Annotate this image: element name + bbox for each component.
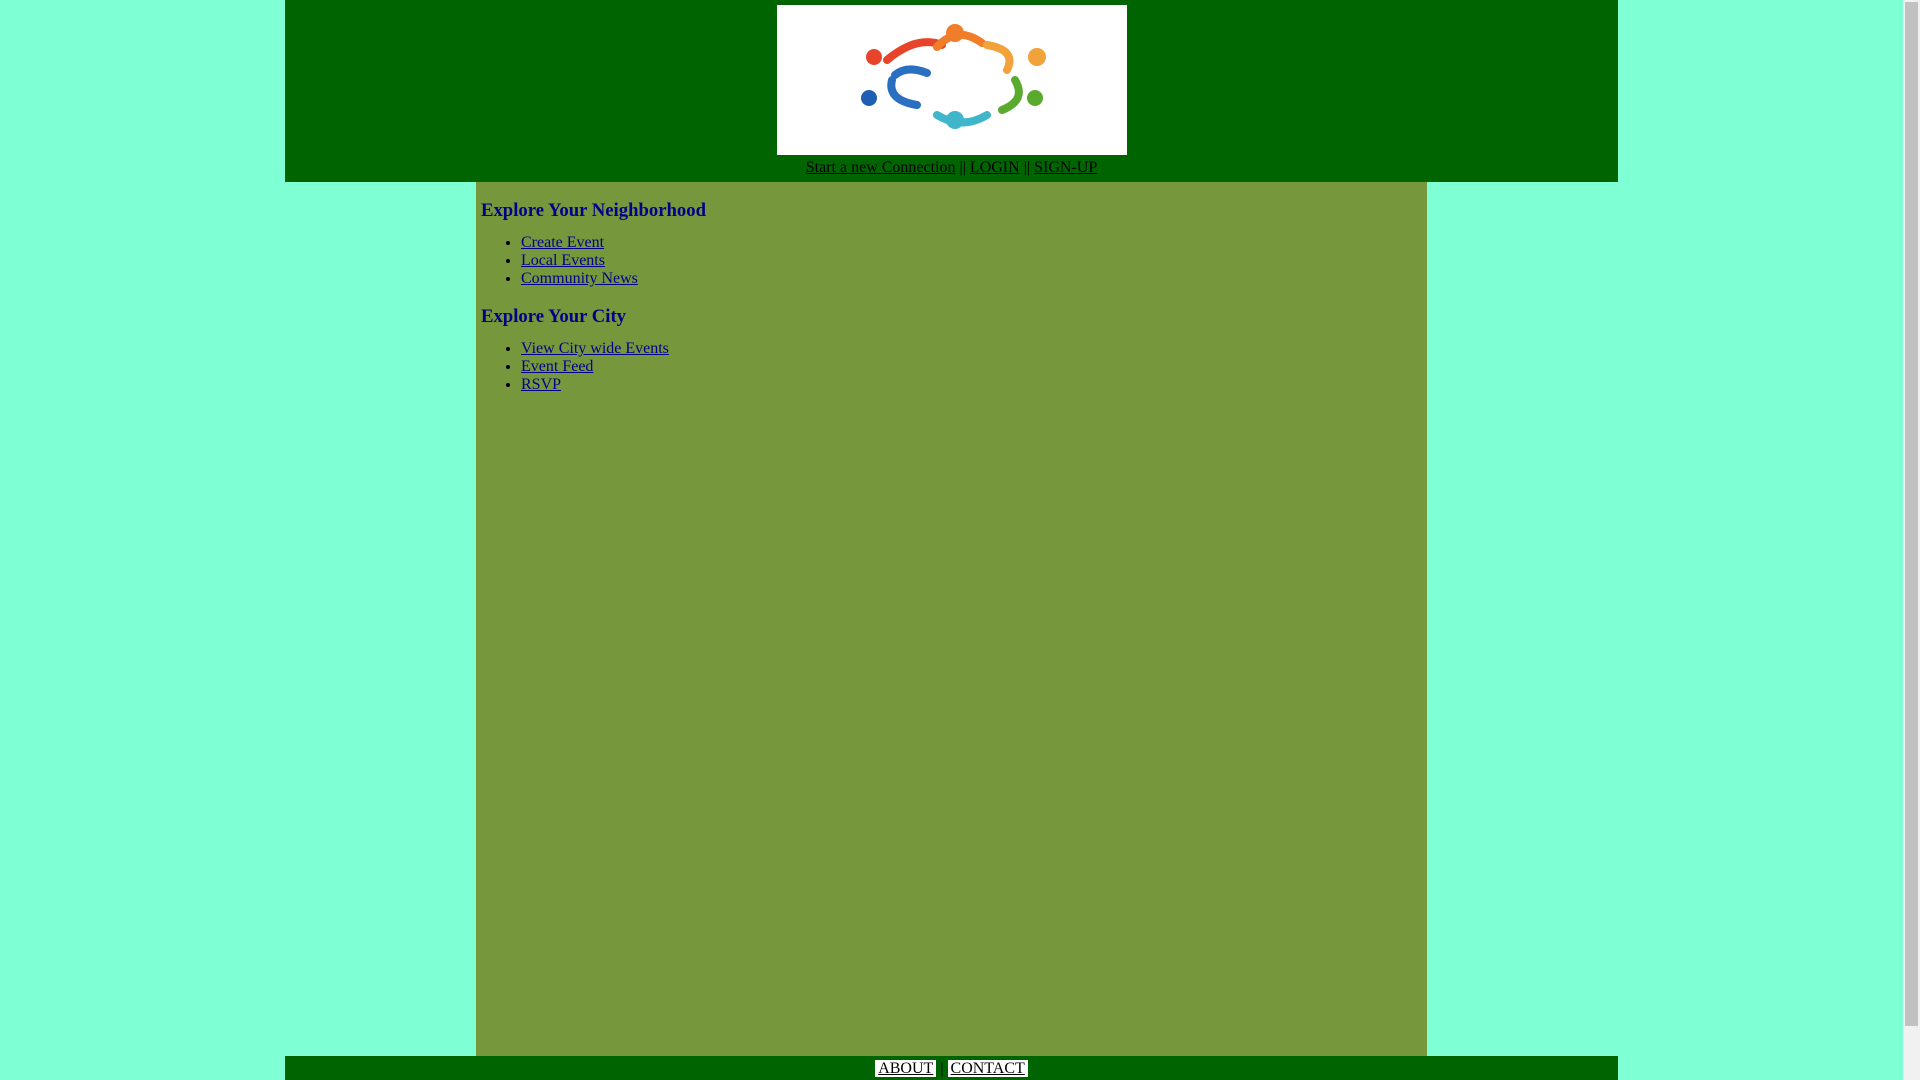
vertical-scrollbar[interactable] bbox=[1903, 0, 1920, 1080]
section-heading-neighborhood: Explore Your Neighborhood bbox=[481, 200, 706, 221]
about-link[interactable]: ABOUT bbox=[878, 1060, 933, 1077]
scrollbar-thumb[interactable] bbox=[1905, 2, 1918, 1026]
city-links: View City wide Events Event Feed RSVP bbox=[481, 340, 1422, 394]
list-item: View City wide Events bbox=[521, 340, 1422, 358]
neighborhood-links: Create Event Local Events Community News bbox=[481, 234, 1422, 288]
header: Start a new Connection || LOGIN || SIGN-… bbox=[285, 0, 1618, 182]
top-nav: Start a new Connection || LOGIN || SIGN-… bbox=[285, 158, 1618, 178]
list-item: Event Feed bbox=[521, 358, 1422, 376]
logo bbox=[777, 5, 1127, 155]
page: Start a new Connection || LOGIN || SIGN-… bbox=[0, 0, 1920, 1080]
signup-link[interactable]: SIGN-UP bbox=[1034, 159, 1097, 176]
local-events-link[interactable]: Local Events bbox=[521, 252, 605, 269]
list-item: RSVP bbox=[521, 376, 1422, 394]
login-link[interactable]: LOGIN bbox=[970, 159, 1020, 176]
start-connection-link[interactable]: Start a new Connection bbox=[806, 159, 956, 176]
section-heading-city: Explore Your City bbox=[481, 306, 627, 327]
list-item: Local Events bbox=[521, 252, 1422, 270]
create-event-link[interactable]: Create Event bbox=[521, 234, 604, 251]
rsvp-link[interactable]: RSVP bbox=[521, 376, 561, 393]
footer: ABOUT | CONTACT bbox=[285, 1056, 1618, 1080]
contact-link[interactable]: CONTACT bbox=[951, 1060, 1025, 1077]
city-wide-events-link[interactable]: View City wide Events bbox=[521, 340, 669, 357]
event-feed-link[interactable]: Event Feed bbox=[521, 358, 593, 375]
community-news-link[interactable]: Community News bbox=[521, 270, 638, 287]
footer-separator: | bbox=[940, 1060, 944, 1077]
footer-about-wrap: ABOUT bbox=[875, 1060, 937, 1077]
nav-separator: || bbox=[1023, 159, 1031, 176]
people-circle-logo-icon bbox=[861, 24, 1046, 129]
nav-separator: || bbox=[959, 159, 966, 176]
footer-contact-wrap: CONTACT bbox=[947, 1060, 1028, 1077]
list-item: Create Event bbox=[521, 234, 1422, 252]
list-item: Community News bbox=[521, 270, 1422, 288]
main-content: Explore Your Neighborhood Create Event L… bbox=[476, 182, 1427, 1056]
